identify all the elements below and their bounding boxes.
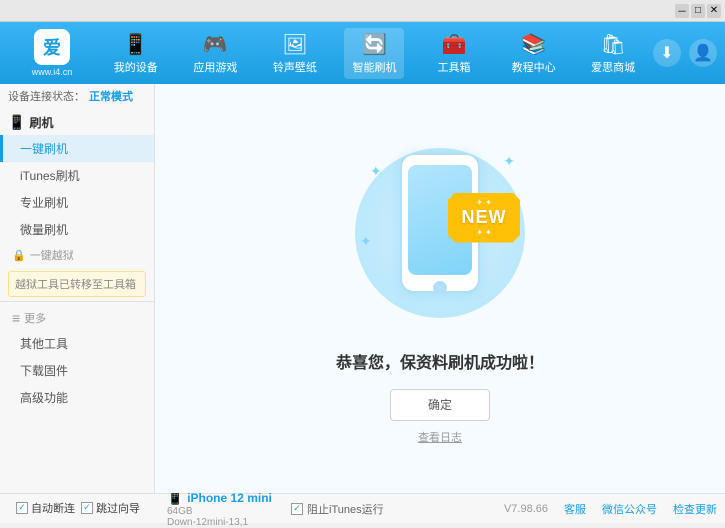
nav-tutorials-label: 教程中心 [512,59,556,75]
device-status: 设备连接状态： 正常模式 [0,84,154,110]
maximize-button[interactable]: □ [691,4,705,18]
itunes-notice: ✓ 阻止iTunes运行 [291,501,496,517]
advanced-label: 高级功能 [20,391,68,405]
device-model: Down-12mini-13,1 [167,517,279,528]
check-update-link[interactable]: 检查更新 [673,501,717,517]
tutorials-icon: 📚 [521,32,546,57]
section-jailbreak-label: 一键越狱 [30,247,74,263]
pro-flash-label: 专业刷机 [20,196,68,210]
minimize-button[interactable]: － [675,4,689,18]
auto-close-checkbox[interactable]: ✓ 自动断连 [16,500,75,516]
nav-tutorials[interactable]: 📚 教程中心 [504,28,564,79]
wechat-official-link[interactable]: 微信公众号 [602,501,657,517]
jailbreak-warning-box: 越狱工具已转移至工具箱 [8,271,146,297]
logo-area: 爱 www.i4.cn [8,29,96,77]
more-icon: ≡ [12,310,20,326]
content-area: ✦ ✦ NEW ✦ ✦ ✦ ✦ ✦ 恭喜您，保资料刷机成功啦！ 确定 查看日志 [155,84,725,493]
nav-toolbox[interactable]: 🧰 工具箱 [424,28,484,79]
status-label: 设备连接状态： [8,88,85,104]
device-info: 📱 iPhone 12 mini 64GB Down-12mini-13,1 [163,490,283,528]
success-text: 恭喜您，保资料刷机成功啦！ [336,349,544,373]
one-key-flash-label: 一键刷机 [20,142,68,156]
sidebar-item-download-firmware[interactable]: 下载固件 [0,357,154,384]
logo-icon: 爱 [34,29,70,65]
nav-shop-label: 爱思商城 [591,59,635,75]
skip-wizard-check[interactable]: ✓ [81,502,93,514]
badge-text: NEW [462,207,507,228]
status-value: 正常模式 [89,88,133,104]
apps-icon: 🎮 [203,32,228,57]
bottom-right: V7.98.66 客服 微信公众号 检查更新 [504,501,717,517]
sidebar: 设备连接状态： 正常模式 📱 刷机 一键刷机 iTunes刷机 专业刷机 微量刷… [0,84,155,493]
sidebar-item-micro-flash[interactable]: 微量刷机 [0,216,154,243]
version-text: V7.98.66 [504,503,548,515]
other-tools-label: 其他工具 [20,337,68,351]
confirm-button[interactable]: 确定 [390,389,490,421]
customer-service-link[interactable]: 客服 [564,501,586,517]
close-button[interactable]: ✕ [707,4,721,18]
logo-text: www.i4.cn [32,67,73,77]
user-button[interactable]: 👤 [689,39,717,67]
sidebar-item-other-tools[interactable]: 其他工具 [0,330,154,357]
sidebar-divider [0,301,154,302]
bottom-left: ✓ 自动断连 ✓ 跳过向导 [8,500,163,518]
sparkle-2: ✦ [503,153,515,170]
sidebar-item-advanced[interactable]: 高级功能 [0,384,154,411]
new-badge: ✦ ✦ NEW ✦ ✦ [448,193,520,243]
success-graphic: ✦ ✦ NEW ✦ ✦ ✦ ✦ ✦ [350,133,530,333]
micro-flash-label: 微量刷机 [20,223,68,237]
auto-close-check[interactable]: ✓ [16,502,28,514]
nav-wallpaper[interactable]: 🖼 铃声壁纸 [265,28,325,79]
section-flash: 📱 刷机 [0,110,154,135]
header: 爱 www.i4.cn 📱 我的设备 🎮 应用游戏 🖼 铃声壁纸 🔄 智能刷机 … [0,22,725,84]
my-device-icon: 📱 [123,32,148,57]
toolbox-icon: 🧰 [442,32,467,57]
download-firmware-label: 下载固件 [20,364,68,378]
download-button[interactable]: ⬇ [653,39,681,67]
sidebar-item-itunes-flash[interactable]: iTunes刷机 [0,162,154,189]
nav-wallpaper-label: 铃声壁纸 [273,59,317,75]
nav-apps-label: 应用游戏 [193,59,237,75]
itunes-notice-text: 阻止iTunes运行 [307,501,384,517]
nav-my-device-label: 我的设备 [114,59,158,75]
nav-my-device[interactable]: 📱 我的设备 [106,28,166,79]
itunes-flash-label: iTunes刷机 [20,169,80,183]
wallpaper-icon: 🖼 [282,32,307,57]
skip-wizard-checkbox[interactable]: ✓ 跳过向导 [81,500,140,516]
bottom-bar: ✓ 自动断连 ✓ 跳过向导 📱 iPhone 12 mini 64GB Down… [0,493,725,523]
device-storage: 64GB [167,506,279,517]
sidebar-scroll: 设备连接状态： 正常模式 📱 刷机 一键刷机 iTunes刷机 专业刷机 微量刷… [0,84,154,493]
nav-shop[interactable]: 🛍 爱思商城 [583,28,643,79]
sidebar-item-one-key-flash[interactable]: 一键刷机 [0,135,154,162]
title-bar: － □ ✕ [0,0,725,22]
section-more-label: 更多 [24,310,46,326]
nav-smart-flash-label: 智能刷机 [352,59,396,75]
sidebar-item-pro-flash[interactable]: 专业刷机 [0,189,154,216]
smart-flash-icon: 🔄 [362,32,387,57]
nav-items: 📱 我的设备 🎮 应用游戏 🖼 铃声壁纸 🔄 智能刷机 🧰 工具箱 📚 教程中心… [96,28,653,79]
section-more: ≡ 更多 [0,306,154,330]
sparkle-1: ✦ [370,163,382,180]
flash-section-icon: 📱 [8,114,25,131]
main-area: 设备连接状态： 正常模式 📱 刷机 一键刷机 iTunes刷机 专业刷机 微量刷… [0,84,725,493]
section-flash-label: 刷机 [29,114,53,131]
warning-text: 越狱工具已转移至工具箱 [15,279,136,291]
itunes-notice-area: ✓ 阻止iTunes运行 [283,501,504,517]
nav-smart-flash[interactable]: 🔄 智能刷机 [344,28,404,79]
shop-icon: 🛍 [600,32,625,57]
sparkle-3: ✦ [360,233,372,250]
badge-stars-bottom: ✦ ✦ [476,228,492,237]
itunes-block-check[interactable]: ✓ [291,503,303,515]
nav-toolbox-label: 工具箱 [438,59,471,75]
phone-home-btn [433,281,447,293]
section-jailbreak: 🔒 一键越狱 [0,243,154,267]
header-right: ⬇ 👤 [653,39,717,67]
nav-apps[interactable]: 🎮 应用游戏 [185,28,245,79]
badge-stars-top: ✦ ✦ [476,198,492,207]
back-link[interactable]: 查看日志 [418,429,462,445]
skip-wizard-label: 跳过向导 [96,500,140,516]
lock-icon: 🔒 [12,249,26,262]
auto-close-label: 自动断连 [31,500,75,516]
